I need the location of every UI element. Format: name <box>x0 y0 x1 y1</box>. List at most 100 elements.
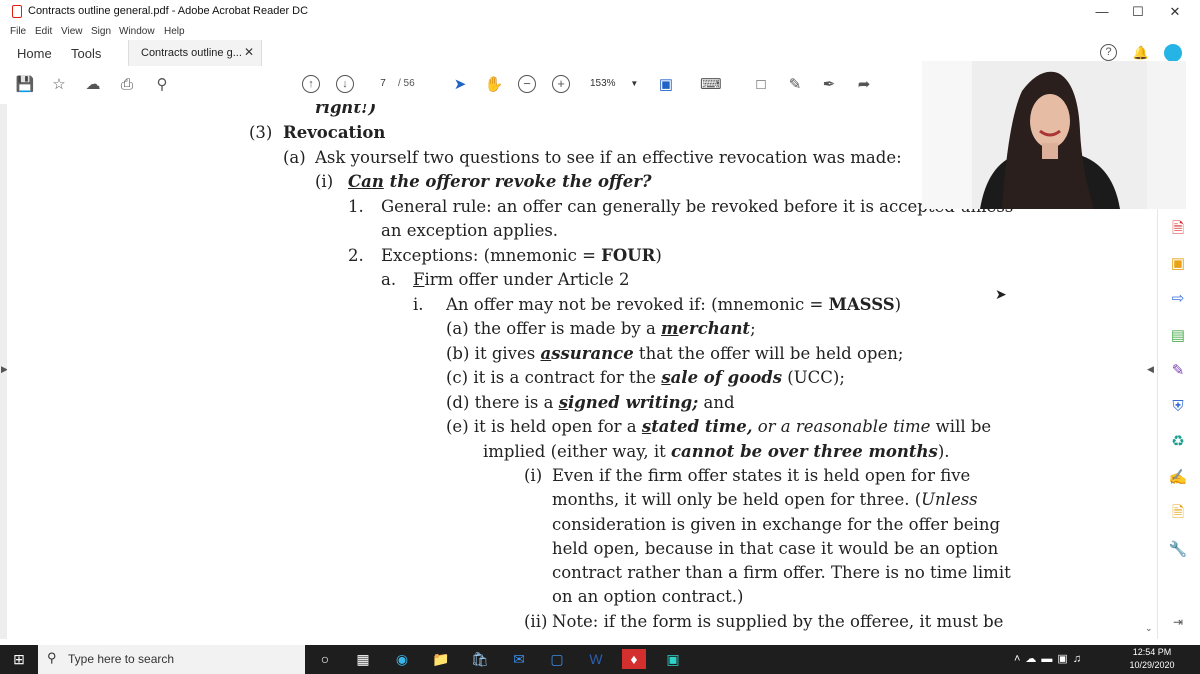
menu-sign[interactable]: Sign <box>91 26 111 37</box>
tab-document-label: Contracts outline g... <box>141 47 242 59</box>
next-page-icon[interactable]: ↓ <box>336 75 354 93</box>
acrobat-taskbar-icon[interactable]: ♦ <box>622 649 646 669</box>
more-tools-icon[interactable]: 🔧 <box>1168 540 1188 560</box>
share-icon[interactable]: ➦ <box>854 75 874 95</box>
taskbar-clock[interactable]: 12:54 PM 10/29/2020 <box>1108 646 1196 672</box>
collapse-panel-icon[interactable]: ⇥ <box>1168 612 1188 632</box>
system-tray-icons[interactable]: ˄☁▬▣♫ <box>1014 652 1086 665</box>
zoom-select[interactable]: 153% ▼ <box>590 74 640 94</box>
text-segment: the offeror revoke the offer? <box>383 172 652 191</box>
store-icon[interactable]: 🛍 <box>469 649 491 669</box>
doc-line: consideration is given in exchange for t… <box>552 515 1000 534</box>
help-icon[interactable]: ? <box>1100 44 1117 61</box>
word-icon[interactable]: W <box>585 649 607 669</box>
doc-line: (b) it gives assurance that the offer wi… <box>446 344 903 363</box>
text-segment: An offer may not be revoked if: (mnemoni… <box>446 295 829 314</box>
menu-help[interactable]: Help <box>164 26 185 37</box>
edge-browser-icon[interactable]: ◉ <box>391 649 413 669</box>
request-signature-icon[interactable]: ✍ <box>1168 468 1188 488</box>
cortana-icon[interactable]: ○ <box>314 649 336 669</box>
star-icon[interactable]: ☆ <box>49 75 69 95</box>
doc-line: Firm offer under Article 2 <box>413 270 630 289</box>
hand-tool-icon[interactable]: ✋ <box>484 75 504 95</box>
search-icon[interactable]: ⚲ <box>152 75 172 95</box>
doc-line: An offer may not be revoked if: (mnemoni… <box>446 295 901 314</box>
text-segment: 2. <box>348 246 364 265</box>
doc-line: held open, because in that case it would… <box>552 539 998 558</box>
menu-file[interactable]: File <box>10 26 26 37</box>
scrolling-mode-icon[interactable]: ⌨ <box>700 75 722 95</box>
file-explorer-icon[interactable]: 📁 <box>430 649 452 669</box>
taskbar-search[interactable]: ⚲ Type here to search <box>38 645 305 674</box>
tab-home[interactable]: Home <box>17 46 52 61</box>
webcam-overlay <box>922 61 1186 209</box>
avatar[interactable] <box>1164 44 1182 62</box>
menu-edit[interactable]: Edit <box>35 26 52 37</box>
window-title: Contracts outline general.pdf - Adobe Ac… <box>28 5 309 17</box>
text-segment: MASSS <box>828 295 895 314</box>
zoom-in-icon[interactable]: + <box>552 75 570 93</box>
upload-cloud-icon[interactable]: ☁ <box>83 75 103 95</box>
highlight-pen-icon[interactable]: ✎ <box>785 75 805 95</box>
fit-page-icon[interactable]: ▣ <box>656 75 676 95</box>
windows-start-icon[interactable]: ⊞ <box>8 649 30 669</box>
create-pdf-icon[interactable]: 🗎 <box>1168 219 1188 239</box>
export-pdf-icon[interactable]: ⇨ <box>1168 289 1188 309</box>
mail-icon[interactable]: ✉ <box>508 649 530 669</box>
video-camera-icon[interactable]: ▢ <box>546 649 568 669</box>
save-icon[interactable]: 💾 <box>15 75 35 95</box>
text-segment: will be <box>930 417 992 436</box>
text-segment: s <box>661 368 671 387</box>
doc-line: 2. <box>348 246 364 265</box>
text-segment: (a) the offer is made by a <box>446 319 662 338</box>
menu-bar: File Edit View Sign Window Help <box>0 24 1200 40</box>
text-segment: igned writing; <box>567 393 699 412</box>
doc-line: (a) <box>283 148 306 167</box>
page-number-input[interactable]: 7 <box>372 74 394 94</box>
text-segment: ssurance <box>551 344 634 363</box>
text-segment: a. <box>381 270 397 289</box>
text-segment: (ii) <box>524 612 548 631</box>
minimize-button[interactable]: — <box>1085 3 1119 21</box>
text-segment: Can <box>348 172 384 191</box>
scroll-down-arrow-icon[interactable]: ⌄ <box>1145 624 1153 634</box>
maximize-button[interactable]: ☐ <box>1121 3 1155 21</box>
bell-icon[interactable]: 🔔 <box>1132 44 1150 62</box>
organize-pages-icon[interactable]: ▤ <box>1168 326 1188 346</box>
taskbar-search-placeholder: Type here to search <box>68 652 175 666</box>
doc-line: (ii) <box>524 612 547 631</box>
menu-window[interactable]: Window <box>119 26 155 37</box>
text-segment: cannot be over three months <box>670 442 938 461</box>
previous-page-icon[interactable]: ↑ <box>302 75 320 93</box>
comment-tool-icon[interactable]: ▣ <box>1168 254 1188 274</box>
text-segment: s <box>558 393 568 412</box>
zoom-out-icon[interactable]: − <box>518 75 536 93</box>
text-segment: (e) it is held open for a <box>446 417 642 436</box>
tab-document[interactable]: Contracts outline g... ✕ <box>128 40 262 66</box>
close-tab-icon[interactable]: ✕ <box>244 45 254 59</box>
doc-line: contract rather than a firm offer. There… <box>552 563 1011 582</box>
tab-tools[interactable]: Tools <box>71 46 101 61</box>
screen-recorder-icon[interactable]: ▣ <box>662 649 684 669</box>
collapse-right-arrow-icon[interactable]: ◀ <box>1147 364 1154 375</box>
doc-line: Can the offeror revoke the offer? <box>348 172 652 191</box>
print-icon[interactable]: ⎙ <box>117 75 137 95</box>
comment-icon[interactable]: □ <box>751 75 771 95</box>
select-cursor-icon[interactable]: ➤ <box>450 75 470 95</box>
text-segment: and <box>698 393 735 412</box>
edit-pdf-icon[interactable]: ♻ <box>1168 432 1188 452</box>
text-segment: (c) it is a contract for the <box>446 368 662 387</box>
sign-icon[interactable]: ✒ <box>819 75 839 95</box>
text-segment: General rule: an offer can generally be … <box>381 197 1014 216</box>
text-segment: that the offer will be held open; <box>633 344 904 363</box>
close-window-button[interactable]: ✕ <box>1158 3 1192 21</box>
acrobat-app-icon <box>12 5 22 18</box>
send-for-review-icon[interactable]: 🗎 <box>1168 503 1188 523</box>
fill-sign-icon[interactable]: ✎ <box>1168 361 1188 381</box>
text-segment: tated time, <box>651 417 753 436</box>
protect-shield-icon[interactable]: ⛨ <box>1168 397 1188 417</box>
text-segment: implied (either way, it <box>483 442 671 461</box>
task-view-icon[interactable]: ▦ <box>352 649 374 669</box>
text-segment: FOUR <box>601 246 656 265</box>
menu-view[interactable]: View <box>61 26 83 37</box>
